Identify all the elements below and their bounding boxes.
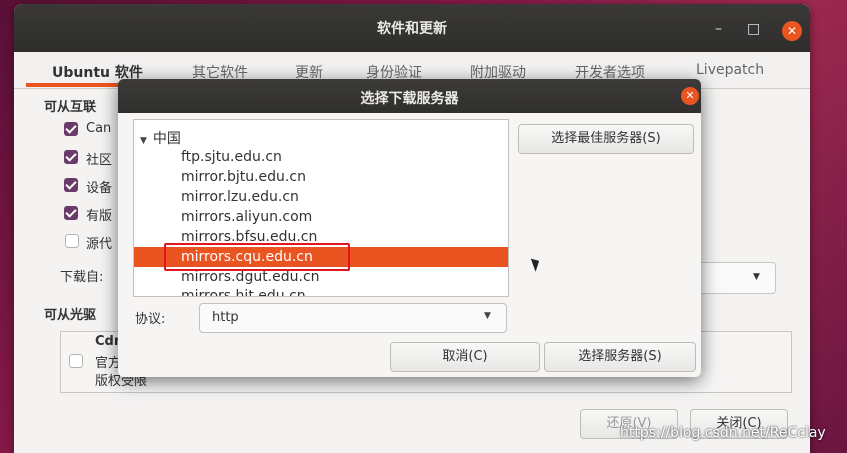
tab-livepatch[interactable]: Livepatch: [696, 62, 764, 78]
expander-down-icon[interactable]: ▼: [140, 136, 147, 146]
dialog-titlebar[interactable]: 选择下载服务器 ✕: [118, 79, 701, 113]
download-from-label: 下载自:: [60, 270, 104, 285]
list-item[interactable]: mirrors.hit.edu.cn: [134, 286, 508, 296]
country-label: 中国: [152, 131, 181, 147]
checkbox-cdrom[interactable]: [69, 354, 83, 368]
tree-group-china[interactable]: ▼ 中国: [140, 128, 181, 148]
list-item[interactable]: mirror.lzu.edu.cn: [134, 187, 508, 207]
checkbox-label: 设备: [86, 181, 113, 196]
checkbox-label: 有版: [86, 209, 113, 224]
list-item[interactable]: mirrors.aliyun.com: [134, 207, 508, 227]
protocol-select[interactable]: http ▼: [199, 303, 507, 333]
checkbox-multiverse[interactable]: [64, 206, 78, 220]
checkbox-label: Can: [86, 121, 112, 136]
choose-server-button[interactable]: 选择服务器(S): [544, 342, 696, 372]
watermark-text: https://blog.csdn.net/ReCclay: [620, 425, 826, 441]
protocol-value: http: [212, 310, 239, 325]
dialog-close-icon[interactable]: ✕: [681, 87, 699, 105]
close-icon[interactable]: ✕: [782, 21, 802, 41]
maximize-icon[interactable]: □: [747, 22, 760, 36]
select-best-server-button[interactable]: 选择最佳服务器(S): [518, 124, 694, 154]
cancel-button[interactable]: 取消(C): [390, 342, 540, 372]
list-item[interactable]: ftp.sjtu.edu.cn: [134, 147, 508, 167]
protocol-label: 协议:: [135, 312, 166, 327]
checkbox-label: 社区: [86, 153, 113, 168]
internet-section-label: 可从互联: [44, 100, 97, 115]
cdrom-section-label: 可从光驱: [44, 308, 97, 323]
checkbox-main[interactable]: [64, 122, 78, 136]
checkbox-source-code[interactable]: [65, 234, 79, 248]
checkbox-restricted[interactable]: [64, 178, 78, 192]
choose-server-dialog: 选择下载服务器 ✕ ▼ 中国 ftp.sjtu.edu.cn mirror.bjt…: [118, 79, 701, 377]
list-item[interactable]: mirror.bjtu.edu.cn: [134, 167, 508, 187]
main-titlebar[interactable]: 软件和更新 – □ ✕: [14, 4, 810, 52]
checkbox-universe[interactable]: [64, 150, 78, 164]
chevron-down-icon: ▼: [753, 272, 760, 282]
minimize-icon[interactable]: –: [715, 22, 722, 36]
checkbox-label: 源代: [86, 237, 113, 252]
main-window-title: 软件和更新: [377, 21, 447, 37]
annotation-outline: [164, 243, 350, 271]
dialog-title: 选择下载服务器: [360, 91, 459, 107]
chevron-down-icon: ▼: [484, 311, 491, 321]
cdrom-name: Cdr: [95, 334, 121, 349]
